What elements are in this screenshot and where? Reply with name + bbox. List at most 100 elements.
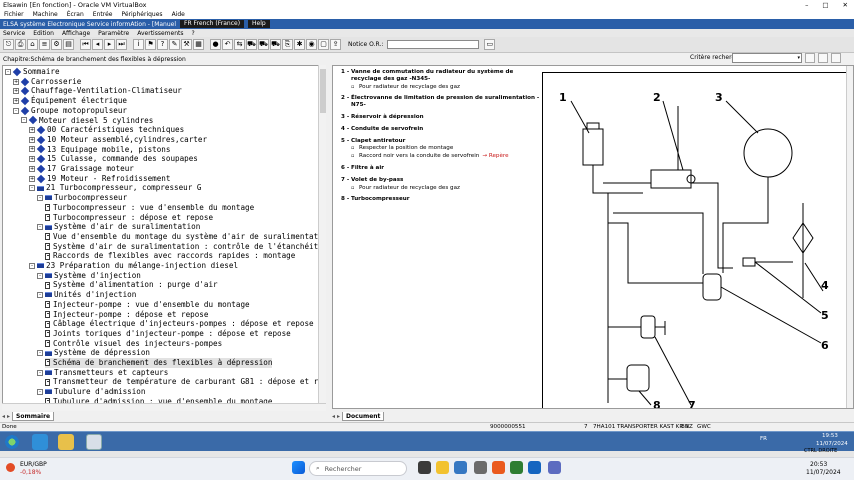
tab-document[interactable]: Document [342, 412, 385, 421]
book-icon[interactable]: ▤ [63, 39, 74, 50]
vbox-menu-fichier[interactable]: Fichier [4, 11, 24, 18]
tree-node[interactable]: - Groupe motopropulseur [13, 106, 127, 116]
car-green-icon[interactable]: ⛟ [258, 39, 269, 50]
expand-icon[interactable]: + [29, 165, 35, 172]
menu-parametre[interactable]: Paramètre [98, 30, 129, 37]
ordre-input[interactable] [387, 40, 480, 49]
collapse-icon[interactable]: - [37, 350, 43, 357]
tab-scroll-right-icon[interactable]: ▸ [7, 413, 10, 420]
elsawin-taskbar-icon[interactable] [86, 434, 102, 450]
tree-node[interactable]: +13 Equipage mobile, pistons [29, 145, 170, 155]
tree-node[interactable]: Turbocompresseur : dépose et repose [45, 213, 213, 223]
vbox-menu-peripheriques[interactable]: Périphériques [121, 11, 162, 18]
tree-node[interactable]: +00 Caractéristiques techniques [29, 125, 184, 135]
page-icon[interactable]: ▢ [318, 39, 329, 50]
tree-node[interactable]: Injecteur-pompe : vue d'ensemble du mont… [45, 300, 250, 310]
tree-node[interactable]: - Système d'injection [37, 271, 141, 281]
tree-node[interactable]: Contrôle visuel des injecteurs-pompes [45, 339, 222, 349]
tree-node[interactable]: Système d'air de suralimentation : contr… [45, 242, 318, 252]
doc-tab-scroll-left-icon[interactable]: ◂ [332, 413, 335, 420]
collapse-icon[interactable]: - [29, 262, 35, 269]
tree-node[interactable]: - Système d'air de suralimentation [37, 222, 200, 232]
exit-icon[interactable]: ⎋ [3, 39, 14, 50]
expand-icon[interactable]: + [29, 146, 35, 153]
collapse-icon[interactable]: - [37, 272, 43, 279]
car-blue-icon[interactable]: ⛟ [270, 39, 281, 50]
menu-help[interactable]: ? [191, 30, 194, 37]
tree-horizontal-scrollbar[interactable] [2, 403, 326, 411]
doc-tab-scroll-right-icon[interactable]: ▸ [337, 413, 340, 420]
note-icon[interactable]: ✎ [169, 39, 180, 50]
start-orb-icon[interactable] [4, 434, 20, 450]
tree-node[interactable]: Câblage électrique d'injecteurs-pompes :… [45, 319, 314, 329]
minimize-button[interactable]: – [805, 1, 808, 9]
export-icon[interactable]: ⇪ [330, 39, 341, 50]
help-badge[interactable]: Help [248, 20, 270, 28]
vbox-menu-entree[interactable]: Entrée [93, 11, 113, 18]
search-go-icon[interactable] [805, 53, 815, 63]
expand-icon[interactable]: + [13, 88, 19, 95]
home-icon[interactable]: ⌂ [27, 39, 38, 50]
list-icon[interactable]: ≡ [39, 39, 50, 50]
menu-affichage[interactable]: Affichage [62, 30, 90, 37]
expand-icon[interactable]: + [29, 127, 35, 134]
vbox-menu-ecran[interactable]: Écran [67, 11, 84, 18]
tab-sommaire[interactable]: Sommaire [12, 412, 55, 421]
menu-service[interactable]: Service [3, 30, 25, 37]
tree-node[interactable]: - Tubulure d'admission [37, 387, 145, 397]
expand-icon[interactable]: + [29, 156, 35, 163]
tree-node[interactable]: - Système de dépression [37, 348, 150, 358]
tree-node[interactable]: Turbocompresseur : vue d'ensemble du mon… [45, 203, 254, 213]
tree-node[interactable]: +10 Moteur assemblé,cylindres,carter [29, 135, 207, 145]
tree-node[interactable]: - Transmetteurs et capteurs [37, 368, 168, 378]
tab-scroll-left-icon[interactable]: ◂ [2, 413, 5, 420]
collapse-icon[interactable]: - [37, 194, 43, 201]
collapse-icon[interactable]: - [29, 185, 35, 192]
print-icon[interactable]: ⎙ [15, 39, 26, 50]
tree-node[interactable]: +19 Moteur - Refroidissement [29, 174, 170, 184]
vbox-menu-aide[interactable]: Aide [172, 11, 185, 18]
clip-icon[interactable]: ⎘ [282, 39, 293, 50]
collapse-icon[interactable]: - [37, 224, 43, 231]
explorer-icon[interactable] [58, 434, 74, 450]
next-result-icon[interactable] [831, 53, 841, 63]
brave-icon[interactable] [492, 461, 505, 474]
tree-node[interactable]: Vue d'ensemble du montage du système d'a… [45, 232, 318, 242]
tree-node[interactable]: - Unités d'injection [37, 290, 136, 300]
language-badge[interactable]: FR French (France) [180, 20, 245, 28]
app-icon[interactable] [510, 461, 523, 474]
tree-node[interactable]: Joints toriques d'injecteur-pompe : dépo… [45, 329, 291, 339]
tree-node[interactable]: +17 Graissage moteur [29, 164, 134, 174]
expand-icon[interactable]: + [13, 78, 19, 85]
windows-start-icon[interactable] [292, 461, 305, 474]
tree-node[interactable]: + Chauffage-Ventilation-Climatiseur [13, 86, 182, 96]
ticker-name[interactable]: EUR/GBP [20, 461, 47, 468]
menu-edition[interactable]: Edition [33, 30, 54, 37]
next-icon[interactable]: ▸ [104, 39, 115, 50]
guest-lang[interactable]: FR [760, 436, 767, 442]
task-view-icon[interactable] [418, 461, 431, 474]
previous-result-icon[interactable] [818, 53, 828, 63]
tree-node[interactable]: + Carrosserie [13, 77, 81, 87]
expand-icon[interactable]: + [29, 175, 35, 182]
ie-icon[interactable] [32, 434, 48, 450]
menu-avertissements[interactable]: Avertissements [137, 30, 183, 37]
tree-node[interactable]: - 21 Turbocompresseur, compresseur G [29, 183, 201, 193]
collapse-icon[interactable]: - [37, 388, 43, 395]
tree-node[interactable]: - 23 Préparation du mélange-injection die… [29, 261, 238, 271]
mail-icon[interactable] [474, 461, 487, 474]
tree-node[interactable]: - Turbocompresseur [37, 193, 127, 203]
tree-scroll-thumb[interactable] [320, 69, 326, 113]
tree-node[interactable]: Schéma de branchement des flexibles à dé… [45, 358, 273, 368]
tree-node[interactable]: Transmetteur de température de carburant… [45, 377, 318, 387]
collapse-icon[interactable]: - [21, 117, 27, 124]
collapse-icon[interactable]: - [13, 107, 19, 114]
settings-icon[interactable]: ✱ [294, 39, 305, 50]
ordre-search-icon[interactable]: ▭ [484, 39, 496, 50]
stop-icon[interactable]: ● [210, 39, 221, 50]
tree-node[interactable]: Injecteur-pompe : dépose et repose [45, 310, 208, 320]
close-button[interactable]: ✕ [843, 1, 848, 9]
camera-icon[interactable]: ◉ [306, 39, 317, 50]
expand-icon[interactable]: + [29, 136, 35, 143]
question-icon[interactable]: ? [157, 39, 168, 50]
